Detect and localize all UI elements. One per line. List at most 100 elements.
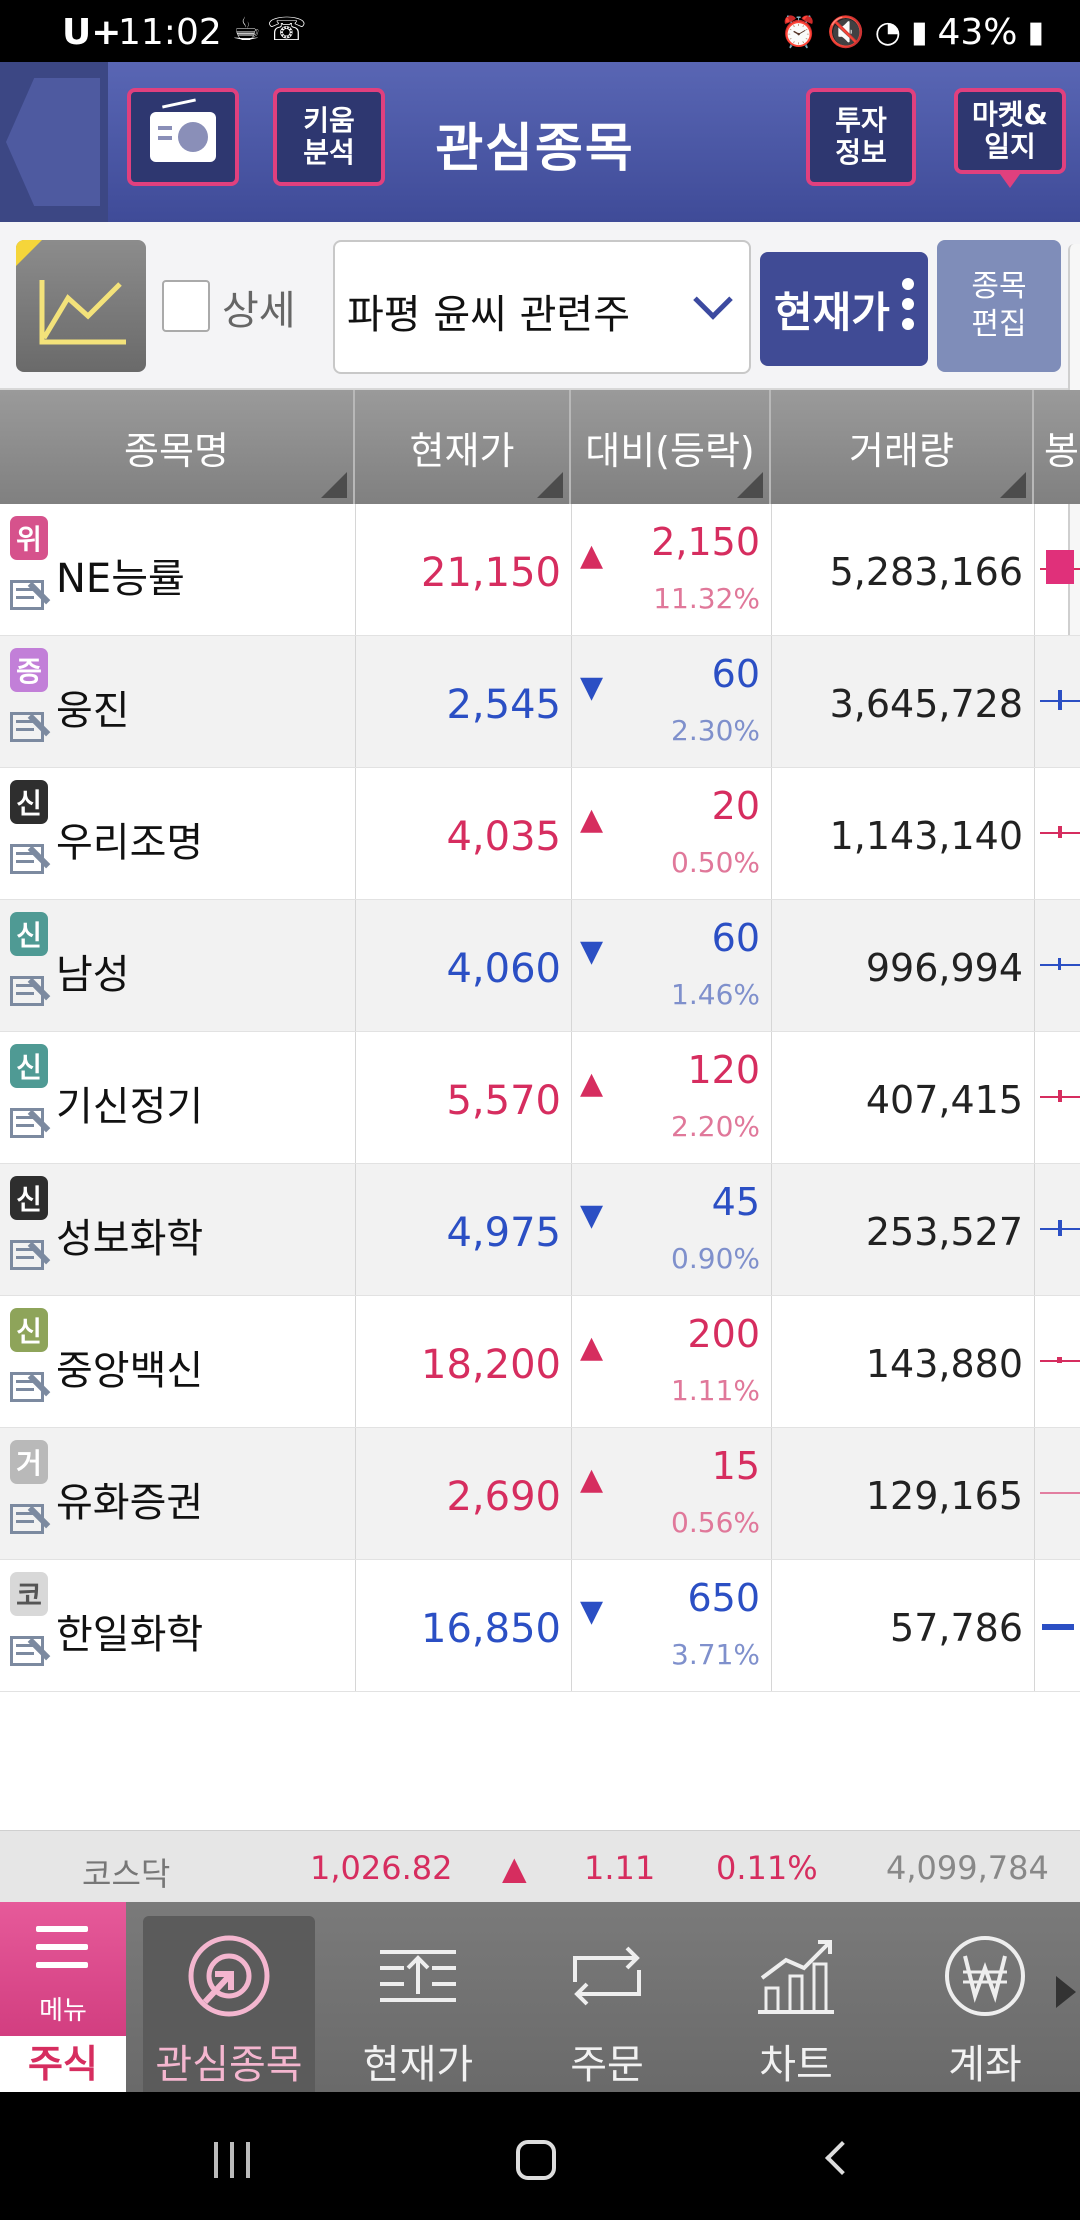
index-change: 1.11 [584,1849,656,1887]
nav-watchlist[interactable]: 관심종목 [143,1916,315,2092]
current-price-icon [380,1950,456,2002]
market-badge: 증 [10,648,48,692]
news-icon[interactable] [10,972,51,1012]
table-row[interactable]: 코 한일화학 16,850 ▼ 650 3.71% 57,786 [0,1560,1080,1692]
group-select[interactable]: 파평 윤씨 관련주 [333,240,751,374]
nav-watchlist-label: 관심종목 [155,2042,303,2088]
column-header-bong-label: 봉 [1044,428,1079,473]
table-row[interactable]: 증 웅진 2,545 ▼ 60 2.30% 3,645,728 [0,636,1080,768]
battery-icon: ▮ [1027,15,1044,50]
column-header-change[interactable]: 대비(등락) [571,390,771,504]
stock-name: 성보화학 [56,1216,204,1262]
back-tab[interactable] [0,62,108,222]
won-account-icon [945,1936,1025,2016]
table-row[interactable]: 거 유화증권 2,690 ▲ 15 0.56% 129,165 [0,1428,1080,1560]
nav-chart[interactable]: 차트 [710,1916,882,2092]
notification-icons: ☕☏ [232,10,313,48]
stock-volume: 3,645,728 [829,682,1023,726]
table-row[interactable]: 신 중앙백신 18,200 ▲ 200 1.11% 143,880 [0,1296,1080,1428]
current-price-view-label: 현재가 [774,287,890,337]
table-row[interactable]: 신 성보화학 4,975 ▼ 45 0.90% 253,527 [0,1164,1080,1296]
stock-change: 200 [687,1312,760,1356]
stock-price: 21,150 [421,550,561,596]
stock-category-tab[interactable]: 주식 [0,2036,126,2092]
column-header-price[interactable]: 현재가 [355,390,571,504]
stock-name: 중앙백신 [56,1348,204,1394]
stock-change: 15 [711,1444,760,1488]
back-icon[interactable] [825,2141,859,2175]
menu-label: 메뉴 [39,1996,87,2026]
recent-apps-icon[interactable] [214,2142,254,2178]
column-header-bong[interactable]: 봉 [1034,390,1080,504]
stock-change-percent: 0.56% [671,1506,760,1539]
stock-price: 18,200 [421,1342,561,1388]
news-icon[interactable] [10,1500,51,1540]
stock-change: 120 [687,1048,760,1092]
nav-chart-label: 차트 [759,2042,833,2088]
edit-stocks-button[interactable]: 종목 편집 [937,240,1061,372]
system-nav-bar [0,2092,1080,2220]
home-icon[interactable] [516,2140,556,2180]
stock-change: 60 [711,652,760,696]
table-row[interactable]: 위 NE능률 21,150 ▲ 2,150 11.32% 5,283,166 [0,504,1080,636]
stock-change: 2,150 [651,520,760,564]
coffee-icon: ☕ [232,10,267,48]
table-row[interactable]: 신 남성 4,060 ▼ 60 1.46% 996,994 [0,900,1080,1032]
watchlist-toolbar: 상세 파평 윤씨 관련주 현재가 종목 편집 [0,222,1080,390]
news-icon[interactable] [10,1236,51,1276]
menu-button[interactable]: 메뉴 [0,1902,126,2036]
stock-change-percent: 0.50% [671,846,760,879]
index-value: 1,026.82 [310,1849,453,1887]
stock-volume: 1,143,140 [829,814,1023,858]
stock-list: 위 NE능률 21,150 ▲ 2,150 11.32% 5,283,166 증… [0,504,1080,1692]
page-title: 관심종목 [435,119,635,179]
index-ticker[interactable]: 코스닥 1,026.82 ▲ 1.11 0.11% 4,099,784 [0,1830,1080,1902]
hamburger-icon [36,1926,88,1980]
detail-checkbox[interactable] [162,280,210,332]
current-price-view-button[interactable]: 현재가 [760,252,928,366]
column-header-name[interactable]: 종목명 [0,390,355,504]
table-row[interactable]: 신 기신정기 5,570 ▲ 120 2.20% 407,415 [0,1032,1080,1164]
missed-call-icon: ☏ [266,10,313,48]
stock-change-percent: 3.71% [671,1638,760,1671]
stock-name: 우리조명 [56,820,204,866]
nav-account[interactable]: 계좌 [899,1916,1071,2092]
stock-name: 한일화학 [56,1612,204,1658]
chart-toggle-button[interactable] [16,240,146,372]
column-header-volume[interactable]: 거래량 [771,390,1034,504]
carrier-label: U+ [62,12,122,53]
stock-change-percent: 0.90% [671,1242,760,1275]
nav-current-price[interactable]: 현재가 [332,1916,504,2092]
wifi-icon: ◔ [874,15,901,50]
app-header: 키움 분석 관심종목 투자 정보 마켓& 일지 [0,62,1080,222]
stock-price: 16,850 [421,1606,561,1652]
nav-order[interactable]: 주문 [521,1916,693,2092]
stock-change-percent: 2.20% [671,1110,760,1143]
news-icon[interactable] [10,576,51,616]
market-badge: 신 [10,1044,48,1088]
stock-name: NE능률 [56,556,185,602]
news-icon[interactable] [10,840,51,880]
status-right: ⏰ 🔇 ◔ ▮ 43% ▮ [780,12,1044,53]
market-journal-button[interactable]: 마켓& 일지 [954,88,1066,188]
invest-info-button[interactable]: 투자 정보 [806,88,916,186]
stock-price: 5,570 [446,1078,561,1124]
alarm-icon: ⏰ [780,15,818,50]
chevron-right-icon[interactable] [1056,1976,1076,2008]
market-badge: 신 [10,780,48,824]
stock-change-percent: 1.11% [671,1374,760,1407]
bottom-nav: 메뉴 주식 관심종목 현재가 주문 차트 계좌 [0,1902,1080,2092]
nav-order-label: 주문 [570,2042,644,2088]
news-icon[interactable] [10,1368,51,1408]
detail-label: 상세 [222,288,296,334]
radio-button[interactable] [127,88,239,186]
news-icon[interactable] [10,1104,51,1144]
table-row[interactable]: 신 우리조명 4,035 ▲ 20 0.50% 1,143,140 [0,768,1080,900]
news-icon[interactable] [10,1632,51,1672]
order-icon [573,1946,641,2006]
chart-icon [758,1940,834,2014]
stock-change: 650 [687,1576,760,1620]
stock-volume: 996,994 [865,946,1023,990]
status-bar: U+ 11:02 ☕☏ ⏰ 🔇 ◔ ▮ 43% ▮ [0,0,1080,62]
news-icon[interactable] [10,708,51,748]
